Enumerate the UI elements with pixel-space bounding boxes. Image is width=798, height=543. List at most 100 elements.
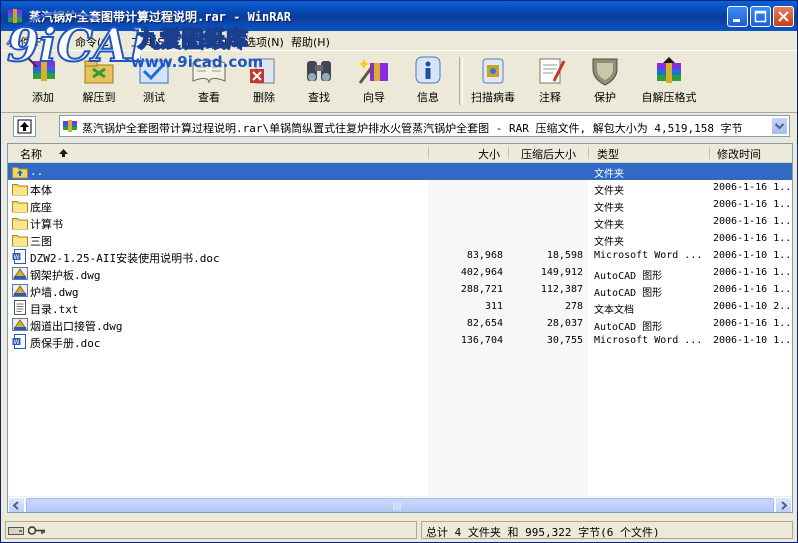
toolbar: 添加 解压到 测试 查看 删除 查找 向导 信息 扫描病毒 注释 保护 自解压格…: [1, 50, 797, 113]
dwg-icon: [12, 283, 28, 298]
arrow-right-icon: [781, 501, 788, 510]
menu-command[interactable]: 命令(C): [75, 34, 113, 50]
file-row[interactable]: 本体 文件夹 2006-1-16 1...: [8, 180, 792, 197]
folder-icon: [12, 181, 28, 196]
title-bar[interactable]: 蒸汽锅炉全套图带计算过程说明.rar - WinRAR: [1, 1, 797, 31]
virus-scan-icon: [482, 58, 504, 84]
file-packed-size: 112,387: [540, 284, 583, 295]
file-packed-size: 18,598: [546, 250, 583, 261]
rar-archive-icon: [63, 120, 77, 132]
file-row[interactable]: .. 文件夹: [8, 163, 792, 180]
sfx-icon: [657, 57, 681, 83]
file-modified: 2006-1-10 1...: [713, 335, 791, 346]
winrar-app-icon[interactable]: [7, 8, 23, 24]
file-size: 83,968: [466, 250, 503, 261]
minimize-button[interactable]: [727, 6, 748, 27]
col-modified[interactable]: 修改时间: [717, 146, 761, 162]
menu-favorites[interactable]: 收藏夹(O): [187, 34, 237, 50]
info-label: 信息: [417, 91, 439, 104]
find-label: 查找: [308, 91, 330, 104]
file-modified: 2006-1-16 1...: [713, 284, 791, 295]
close-button[interactable]: [773, 6, 794, 27]
view-button[interactable]: 查看: [180, 55, 238, 109]
test-icon: [139, 60, 169, 84]
menu-options[interactable]: 选项(N): [245, 34, 284, 50]
virus-scan-button[interactable]: 扫描病毒: [464, 55, 522, 109]
drive-icon[interactable]: [8, 525, 24, 536]
file-type: 文本文档: [594, 305, 634, 316]
scroll-right-button[interactable]: [775, 497, 792, 512]
file-modified: 2006-1-16 1...: [713, 216, 791, 227]
file-row[interactable]: 钢架护板.dwg 402,964 149,912 AutoCAD 图形 2006-1-1…: [8, 265, 792, 282]
folder-icon: [12, 232, 28, 247]
protect-label: 保护: [594, 91, 616, 104]
file-size: 288,721: [460, 284, 503, 295]
file-row[interactable]: W DZW2-1.25-AII安装使用说明书.doc 83,968 18,598 Mic…: [8, 248, 792, 265]
status-pane-left: [5, 521, 417, 539]
close-icon: [778, 11, 789, 22]
file-type: 文件夹: [594, 220, 624, 231]
test-label: 测试: [143, 91, 165, 104]
file-name: 本体: [30, 184, 52, 197]
file-row[interactable]: 炉墙.dwg 288,721 112,387 AutoCAD 图形 2006-1-16 …: [8, 282, 792, 299]
file-row[interactable]: 目录.txt 311 278 文本文档 2006-1-10 2...: [8, 299, 792, 316]
menu-help[interactable]: 帮助(H): [291, 34, 330, 50]
maximize-button[interactable]: [750, 6, 771, 27]
file-row[interactable]: 烟道出口接管.dwg 82,654 28,037 AutoCAD 图形 2006-1-1…: [8, 316, 792, 333]
sfx-button[interactable]: 自解压格式: [636, 55, 702, 109]
word-doc-icon: W: [12, 249, 28, 264]
txt-icon: [12, 300, 28, 315]
key-icon[interactable]: [28, 525, 46, 536]
col-name[interactable]: 名称: [20, 146, 42, 162]
winrar-window: 蒸汽锅炉全套图带计算过程说明.rar - WinRAR 文件(F) 命令(C) …: [0, 0, 798, 543]
menu-file[interactable]: 文件(F): [9, 34, 46, 50]
column-header: 名称 大小 压缩后大小 类型 修改时间: [8, 144, 792, 163]
file-row[interactable]: 底座 文件夹 2006-1-16 1...: [8, 197, 792, 214]
scroll-left-button[interactable]: [8, 497, 25, 512]
file-row[interactable]: W 质保手册.doc 136,704 30,755 Microsoft Word ...…: [8, 333, 792, 350]
col-packed[interactable]: 压缩后大小: [521, 146, 576, 162]
horizontal-scrollbar[interactable]: [8, 496, 792, 512]
delete-button[interactable]: 删除: [235, 55, 293, 109]
comment-label: 注释: [539, 91, 561, 104]
protect-button[interactable]: 保护: [576, 55, 634, 109]
file-packed-size: 28,037: [546, 318, 583, 329]
file-name: 底座: [30, 201, 52, 214]
col-type[interactable]: 类型: [597, 146, 619, 162]
comment-button[interactable]: 注释: [521, 55, 579, 109]
menu-tools[interactable]: 工具(S): [131, 34, 169, 50]
file-name: 三图: [30, 235, 52, 248]
add-icon: [26, 56, 55, 81]
path-dropdown-button[interactable]: [771, 117, 788, 135]
column-separator[interactable]: [588, 147, 589, 159]
find-button[interactable]: 查找: [290, 55, 348, 109]
column-separator[interactable]: [508, 147, 509, 159]
wizard-icon: [358, 59, 388, 84]
file-packed-size: 149,912: [540, 267, 583, 278]
file-packed-size: 278: [564, 301, 583, 312]
test-button[interactable]: 测试: [125, 55, 183, 109]
col-size[interactable]: 大小: [478, 146, 500, 162]
status-pane-right: 总计 4 文件夹 和 995,322 字节(6 个文件): [421, 521, 793, 539]
column-separator[interactable]: [709, 147, 710, 159]
file-row[interactable]: 计算书 文件夹 2006-1-16 1...: [8, 214, 792, 231]
path-field[interactable]: 蒸汽锅炉全套图带计算过程说明.rar\单锅筒纵置式往复炉排水火管蒸汽锅炉全套图 …: [59, 115, 790, 137]
column-separator[interactable]: [428, 147, 429, 159]
file-type: AutoCAD 图形: [594, 322, 663, 333]
up-arrow-icon: [17, 119, 32, 134]
delete-icon: [250, 58, 275, 84]
view-label: 查看: [198, 91, 220, 104]
window-title: 蒸汽锅炉全套图带计算过程说明.rar - WinRAR: [29, 10, 291, 24]
scrollbar-thumb[interactable]: [26, 498, 774, 512]
extract-icon: [84, 60, 114, 84]
extract-to-button[interactable]: 解压到: [70, 55, 128, 109]
file-type: 文件夹: [594, 169, 624, 180]
file-row[interactable]: 三图 文件夹 2006-1-16 1...: [8, 231, 792, 248]
add-label: 添加: [32, 91, 54, 104]
file-type: AutoCAD 图形: [594, 288, 663, 299]
add-button[interactable]: 添加: [14, 55, 72, 109]
info-button[interactable]: 信息: [399, 55, 457, 109]
wizard-button[interactable]: 向导: [345, 55, 403, 109]
grip-icon: [393, 502, 401, 510]
up-one-level-button[interactable]: [13, 116, 36, 137]
